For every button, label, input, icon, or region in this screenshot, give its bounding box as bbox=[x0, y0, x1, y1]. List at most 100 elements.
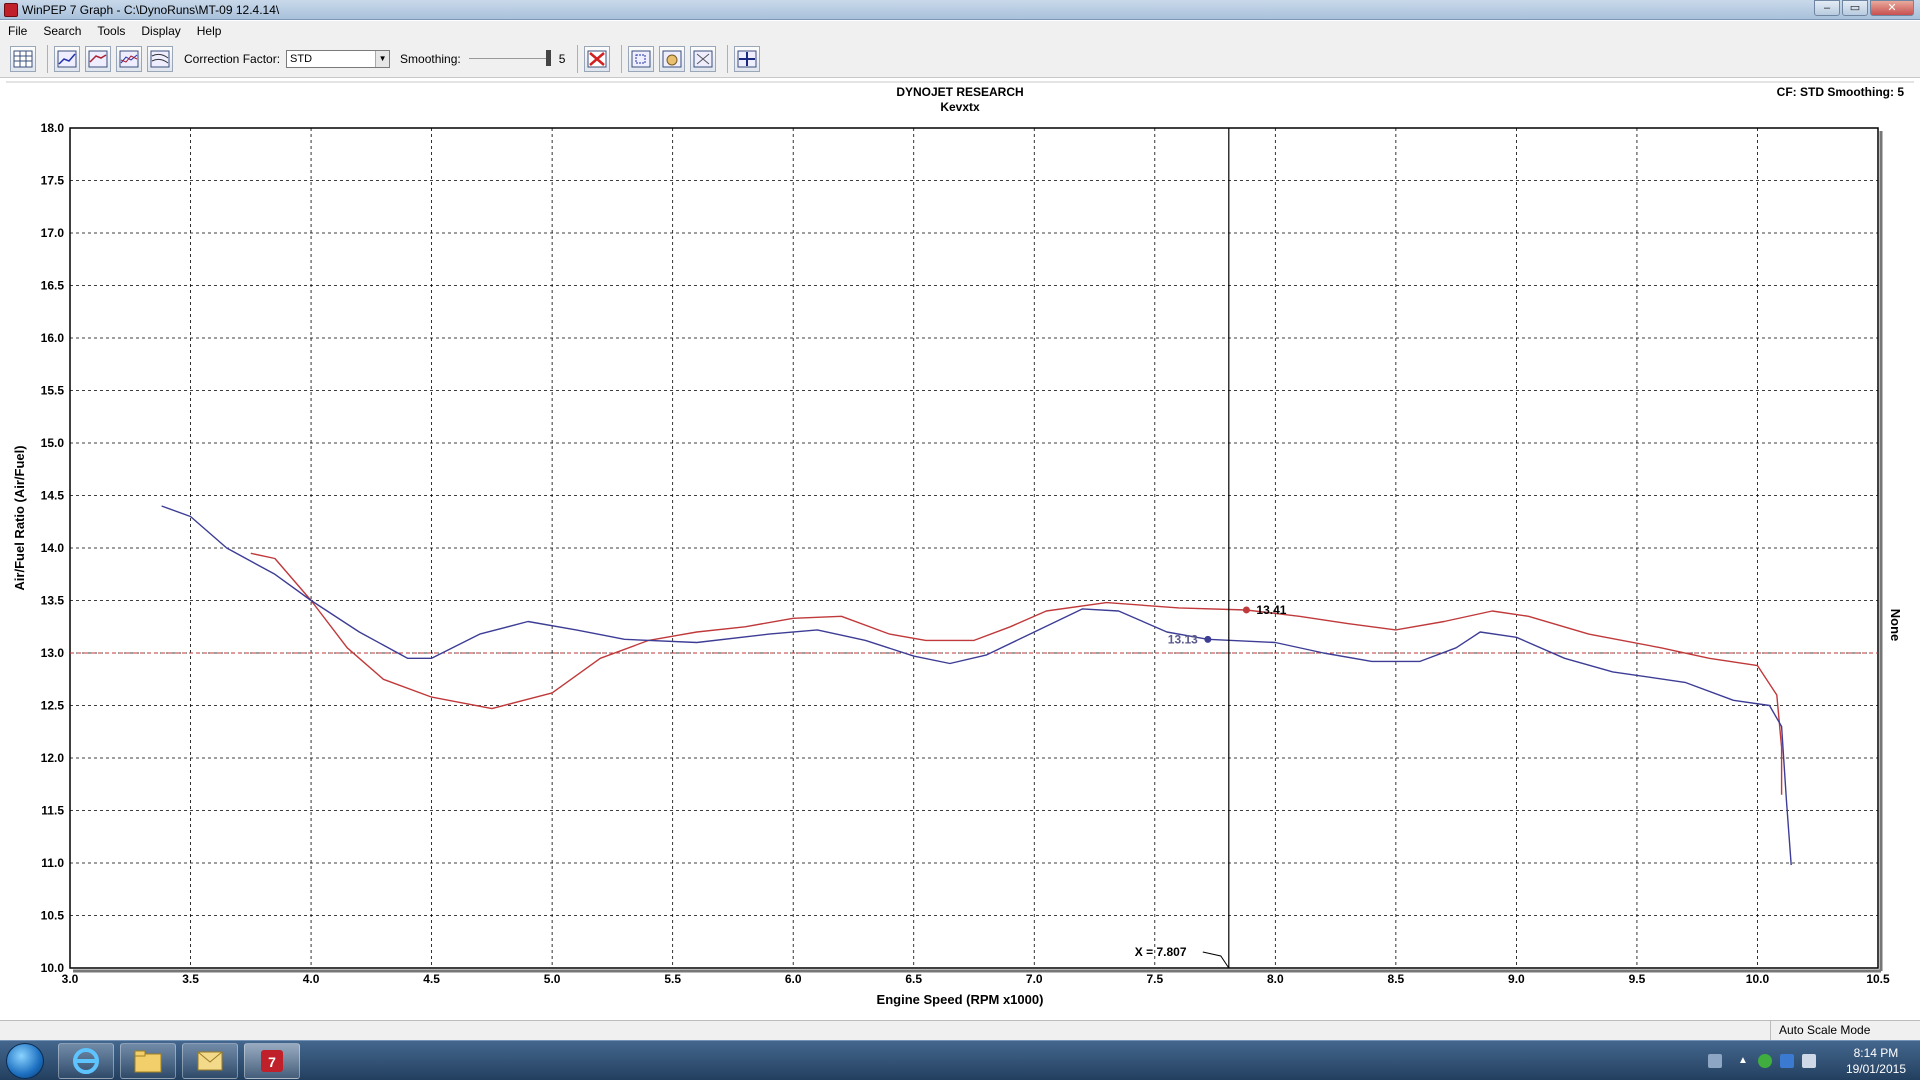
x-tick-label: 8.0 bbox=[1267, 972, 1284, 986]
keyboard-tray-icon[interactable] bbox=[1708, 1054, 1722, 1068]
security-tray-icon[interactable] bbox=[1758, 1054, 1772, 1068]
crosshair-icon[interactable] bbox=[734, 46, 761, 72]
toolbar-separator bbox=[621, 45, 623, 73]
y-tick-label: 11.0 bbox=[41, 856, 64, 870]
status-bar: Auto Scale Mode bbox=[0, 1020, 1920, 1040]
menu-help[interactable]: Help bbox=[189, 24, 230, 38]
autoscale-icon[interactable] bbox=[690, 46, 717, 72]
chart-title: DYNOJET RESEARCH bbox=[896, 85, 1023, 99]
y-tick-label: 17.0 bbox=[41, 226, 65, 240]
toolbar: Correction Factor: STD ▼ Smoothing: 5 bbox=[0, 41, 1920, 78]
menu-file[interactable]: File bbox=[0, 24, 35, 38]
red-series-value-label: 13.41 bbox=[1256, 603, 1286, 617]
smoothing-label: Smoothing: bbox=[400, 52, 461, 66]
red-series-marker bbox=[1242, 606, 1250, 614]
clock-date: 19/01/2015 bbox=[1845, 1062, 1906, 1076]
chart-area[interactable]: DYNOJET RESEARCH Kevxtx CF: STD Smoothin… bbox=[0, 80, 1920, 1020]
x-tick-label: 10.0 bbox=[1746, 972, 1770, 986]
y-tick-label: 16.5 bbox=[41, 279, 65, 293]
x-tick-label: 10.5 bbox=[1866, 972, 1890, 986]
correction-factor-value: STD bbox=[290, 53, 313, 65]
pan-hand-icon[interactable] bbox=[659, 46, 686, 72]
y-tick-label: 13.0 bbox=[41, 646, 65, 660]
y-tick-label: 12.0 bbox=[41, 751, 65, 765]
y-axis-label: Air/Fuel Ratio (Air/Fuel) bbox=[12, 445, 27, 590]
chevron-down-icon[interactable]: ▼ bbox=[375, 51, 390, 67]
x-tick-label: 4.0 bbox=[303, 972, 320, 986]
y-tick-label: 15.0 bbox=[41, 436, 65, 450]
smoothing-value: 5 bbox=[558, 52, 566, 66]
y-tick-label: 14.5 bbox=[41, 489, 65, 503]
graph-multi-icon[interactable] bbox=[116, 46, 142, 72]
window-title: WinPEP 7 Graph - C:\DynoRuns\MT-09 12.4.… bbox=[22, 2, 280, 17]
x-tick-label: 7.5 bbox=[1146, 972, 1163, 986]
minimize-button[interactable]: – bbox=[1814, 0, 1840, 16]
x-tick-label: 5.0 bbox=[544, 972, 561, 986]
menu-display[interactable]: Display bbox=[133, 24, 188, 38]
x-tick-label: 4.5 bbox=[423, 972, 440, 986]
toolbar-separator bbox=[727, 45, 729, 73]
y-tick-label: 18.0 bbox=[41, 121, 65, 135]
chart-settings-info: CF: STD Smoothing: 5 bbox=[1777, 85, 1905, 99]
y-tick-label: 15.5 bbox=[41, 384, 65, 398]
x-tick-label: 3.5 bbox=[182, 972, 199, 986]
graph-overlay-icon[interactable] bbox=[147, 46, 173, 72]
cursor-x-label: X = 7.807 bbox=[1135, 945, 1187, 959]
file-explorer-icon[interactable] bbox=[120, 1043, 176, 1079]
taskbar-clock[interactable]: 8:14 PM 19/01/2015 bbox=[1846, 1045, 1906, 1077]
x-tick-label: 8.5 bbox=[1388, 972, 1405, 986]
network-tray-icon[interactable] bbox=[1780, 1054, 1794, 1068]
x-tick-label: 7.0 bbox=[1026, 972, 1043, 986]
chart-subtitle: Kevxtx bbox=[940, 100, 980, 114]
blue-series-marker bbox=[1204, 635, 1212, 643]
y-tick-label: 12.5 bbox=[41, 699, 65, 713]
grid-icon[interactable] bbox=[10, 46, 36, 72]
slider-track bbox=[468, 58, 551, 59]
y-tick-label: 10.5 bbox=[41, 909, 65, 923]
grid-layer: 3.0 3.5 4.0 4.5 5.0 5.5 6.0 6.5 7.0 7.5 8.0 8.5 9.0 9… bbox=[41, 121, 1890, 986]
x-tick-label: 6.0 bbox=[785, 972, 802, 986]
slider-thumb[interactable] bbox=[545, 50, 551, 66]
y-tick-label: 14.0 bbox=[41, 541, 65, 555]
maximize-button[interactable]: ▭ bbox=[1842, 0, 1868, 16]
show-hidden-icons-chevron[interactable]: ▲ bbox=[1736, 1054, 1750, 1068]
air-fuel-chart[interactable]: DYNOJET RESEARCH Kevxtx CF: STD Smoothin… bbox=[0, 80, 1920, 1020]
menu-bar: File Search Tools Display Help bbox=[0, 21, 1920, 41]
y-tick-label: 16.0 bbox=[41, 331, 65, 345]
zoom-icon[interactable] bbox=[628, 46, 655, 72]
right-axis-label: None bbox=[1888, 609, 1903, 642]
y-tick-label: 10.0 bbox=[41, 961, 65, 975]
menu-search[interactable]: Search bbox=[35, 24, 89, 38]
winpep-taskbar-icon[interactable]: 7 bbox=[244, 1043, 300, 1079]
winpep-app-icon bbox=[4, 2, 18, 17]
y-tick-label: 13.5 bbox=[41, 594, 65, 608]
title-bar: WinPEP 7 Graph - C:\DynoRuns\MT-09 12.4.… bbox=[0, 0, 1920, 20]
toolbar-separator bbox=[47, 45, 48, 73]
graph-torque-icon[interactable] bbox=[85, 46, 111, 72]
y-tick-label: 17.5 bbox=[41, 174, 65, 188]
graph-hp-icon[interactable] bbox=[54, 46, 80, 72]
smoothing-slider[interactable] bbox=[467, 48, 553, 70]
toolbar-separator bbox=[577, 45, 579, 73]
menu-tools[interactable]: Tools bbox=[89, 24, 133, 38]
internet-explorer-icon[interactable] bbox=[58, 1043, 114, 1079]
correction-factor-select[interactable]: STD ▼ bbox=[286, 50, 391, 68]
x-tick-label: 6.5 bbox=[905, 972, 922, 986]
blue-series-value-label: 13.13 bbox=[1168, 632, 1198, 646]
x-tick-label: 9.0 bbox=[1508, 972, 1525, 986]
close-button[interactable]: ✕ bbox=[1870, 0, 1914, 16]
x-tick-label: 5.5 bbox=[664, 972, 681, 986]
taskbar: 7 ▲ 8:14 PM 19/01/2015 bbox=[0, 1040, 1920, 1080]
x-tick-label: 9.5 bbox=[1629, 972, 1646, 986]
mail-folder-icon[interactable] bbox=[182, 1043, 238, 1079]
correction-factor-label: Correction Factor: bbox=[184, 52, 281, 66]
volume-tray-icon[interactable] bbox=[1802, 1054, 1816, 1068]
y-tick-label: 11.5 bbox=[41, 804, 64, 818]
start-button[interactable] bbox=[6, 1043, 44, 1079]
auto-scale-mode-status: Auto Scale Mode bbox=[1770, 1021, 1920, 1040]
svg-text:7: 7 bbox=[268, 1054, 276, 1070]
clock-time: 8:14 PM bbox=[1853, 1046, 1899, 1060]
x-axis-label: Engine Speed (RPM x1000) bbox=[877, 992, 1044, 1007]
x-tick-label: 3.0 bbox=[62, 972, 79, 986]
remove-run-icon[interactable] bbox=[584, 46, 611, 72]
